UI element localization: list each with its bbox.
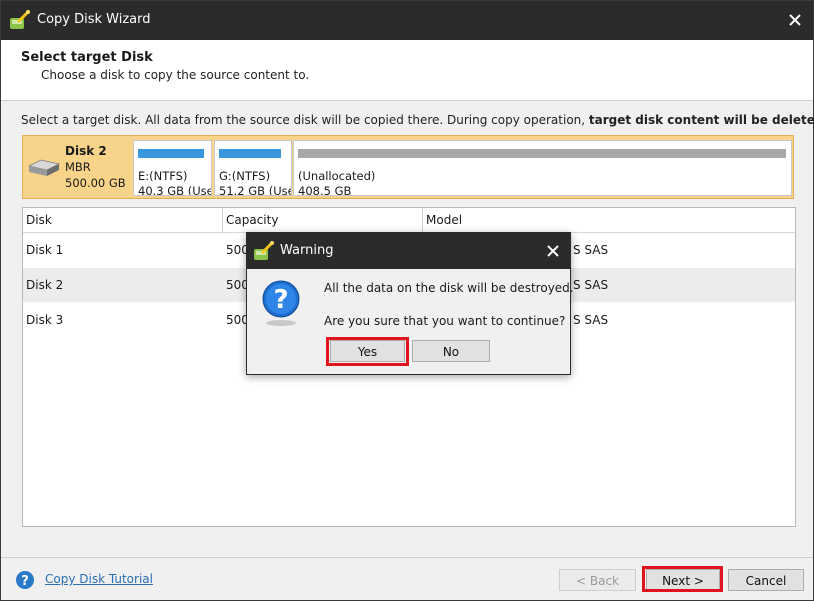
warning-dialog: Warning ? All the data on the disk will … <box>246 232 574 375</box>
instruction-normal: Select a target disk. All data from the … <box>21 113 589 127</box>
dialog-question: Are you sure that you want to continue? <box>324 314 566 328</box>
close-icon[interactable] <box>544 242 562 260</box>
disk-name: Disk 2 <box>65 144 107 158</box>
copy-disk-tutorial-link[interactable]: Copy Disk Tutorial <box>45 572 153 586</box>
cell-disk: Disk 1 <box>26 243 64 257</box>
wizard-icon <box>254 241 274 260</box>
title-bar[interactable]: Copy Disk Wizard <box>1 1 813 40</box>
hard-disk-icon <box>27 159 61 176</box>
partition-usage-bar <box>138 149 204 158</box>
column-header-disk[interactable]: Disk <box>26 213 52 227</box>
column-divider[interactable] <box>222 208 223 232</box>
wizard-header: Select target Disk Choose a disk to copy… <box>1 40 813 101</box>
help-icon[interactable]: ? <box>15 570 35 590</box>
column-header-capacity[interactable]: Capacity <box>226 213 278 227</box>
cell-disk: Disk 3 <box>26 313 64 327</box>
partition-usage: 408.5 GB <box>298 184 352 196</box>
footer-divider <box>1 557 813 558</box>
no-button[interactable]: No <box>412 340 490 362</box>
next-highlight-box <box>642 566 723 592</box>
dialog-message: All the data on the disk will be destroy… <box>324 281 574 295</box>
column-header-model[interactable]: Model <box>426 213 462 227</box>
dialog-title-bar[interactable]: Warning <box>247 233 570 269</box>
partition-unallocated[interactable]: (Unallocated) 408.5 GB <box>293 140 792 196</box>
cell-disk: Disk 2 <box>26 278 64 292</box>
page-title: Select target Disk <box>21 50 153 65</box>
wizard-icon <box>10 10 30 29</box>
svg-text:?: ? <box>273 285 288 315</box>
partition-g[interactable]: G:(NTFS) 51.2 GB (Used <box>214 140 292 196</box>
dialog-title: Warning <box>280 243 334 258</box>
cell-model: S SAS <box>573 243 609 257</box>
cancel-button[interactable]: Cancel <box>728 569 804 591</box>
table-header: Disk Capacity Model <box>23 208 795 233</box>
cell-model: S SAS <box>573 278 609 292</box>
copy-disk-wizard-window: Copy Disk Wizard Select target Disk Choo… <box>0 0 814 601</box>
yes-highlight-box <box>326 337 409 366</box>
partition-usage-bar <box>298 149 786 158</box>
instruction-warning: target disk content will be deleted. <box>588 113 814 127</box>
window-title: Copy Disk Wizard <box>37 12 151 27</box>
disk-size: 500.00 GB <box>65 176 126 190</box>
back-button[interactable]: < Back <box>559 569 636 591</box>
partition-usage: 51.2 GB (Used <box>219 184 291 196</box>
close-icon[interactable] <box>785 10 805 30</box>
column-divider[interactable] <box>422 208 423 232</box>
svg-text:?: ? <box>21 574 29 589</box>
instruction-text: Select a target disk. All data from the … <box>21 113 814 127</box>
partition-usage-bar <box>219 149 281 158</box>
page-subtitle: Choose a disk to copy the source content… <box>41 68 310 82</box>
disk-type: MBR <box>65 160 91 174</box>
question-icon: ? <box>262 280 300 326</box>
partition-label: G:(NTFS) <box>219 169 271 183</box>
selected-disk-card[interactable]: Disk 2 MBR 500.00 GB E:(NTFS) 40.3 GB (U… <box>22 135 794 199</box>
partition-usage: 40.3 GB (Used <box>138 184 211 196</box>
partition-label: E:(NTFS) <box>138 169 188 183</box>
partition-e[interactable]: E:(NTFS) 40.3 GB (Used <box>133 140 212 196</box>
partition-label: (Unallocated) <box>298 169 376 183</box>
cell-model: S SAS <box>573 313 609 327</box>
